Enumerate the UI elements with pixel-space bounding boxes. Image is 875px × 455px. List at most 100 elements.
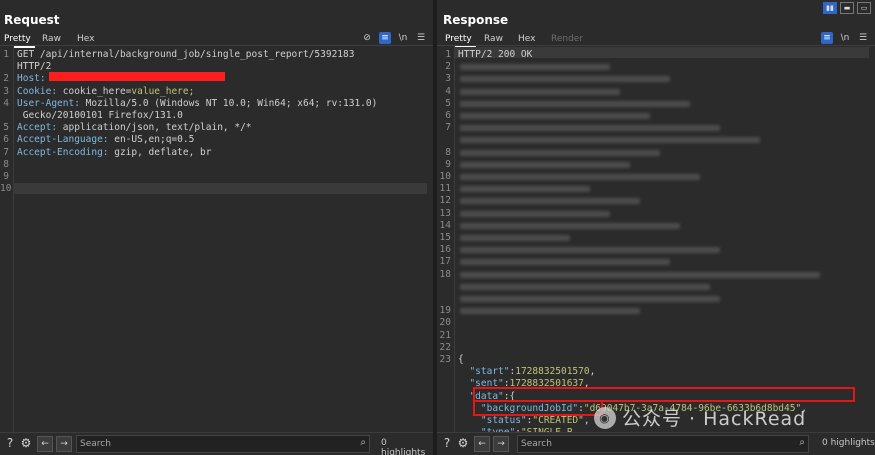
code-key: Host: [17, 73, 46, 85]
tab-response-hex[interactable]: Hex [514, 32, 539, 46]
code-text: { [458, 354, 464, 365]
blurred-header [460, 198, 640, 205]
current-line-highlight [14, 183, 427, 194]
code-text: , [583, 415, 590, 426]
line-number: 10 [0, 183, 12, 195]
tab-response-raw[interactable]: Raw [480, 32, 507, 46]
forward-arrow-icon[interactable]: → [493, 436, 509, 452]
request-editor[interactable]: 1 GET /api/internal/background_job/single… [0, 46, 433, 433]
blurred-header [460, 125, 720, 132]
line-number: 2 [3, 73, 9, 85]
layout-stacked-icon[interactable]: ▬ [840, 2, 854, 14]
request-search[interactable]: ⌕ [76, 435, 370, 453]
response-tabs: Pretty Raw Hex Render [437, 32, 875, 48]
wrap-lines-icon[interactable]: ≡ [379, 32, 391, 44]
line-number: 6 [3, 134, 9, 146]
line-number: 7 [3, 146, 9, 158]
code-line: HTTP/2 [17, 61, 51, 72]
code-text: gzip, deflate, br [114, 146, 212, 158]
line-number: 8 [3, 158, 9, 170]
line-number: 5 [445, 97, 451, 109]
line-number: 15 [439, 232, 451, 243]
line-number: 3 [445, 73, 451, 85]
blurred-header [460, 271, 820, 278]
forward-arrow-icon[interactable]: → [56, 436, 72, 452]
response-editor[interactable]: 1 2 3 4 5 6 7 8 9 10 11 12 13 14 15 16 17 18 19 20 21 22 23 HTT… [437, 46, 875, 450]
layout-single-icon[interactable]: ▭ [857, 2, 871, 14]
menu-icon[interactable]: ☰ [415, 32, 427, 44]
request-pane: Request Pretty Raw Hex ⊘ ≡ \n ☰ 1 GET /ap… [0, 0, 433, 455]
response-search[interactable]: ⌕ [517, 435, 809, 453]
code-value: value_here; [131, 85, 195, 97]
line-number: 18 [439, 268, 451, 280]
line-number: 9 [445, 158, 451, 170]
code-line: GET /api/internal/background_job/single_… [17, 49, 354, 60]
code-text: HTTP/2 [17, 61, 52, 73]
newline-toggle-icon[interactable]: \n [839, 32, 851, 44]
status-line: HTTP/2 200 OK [458, 49, 533, 60]
line-number: 21 [439, 329, 451, 341]
request-search-input[interactable] [80, 436, 350, 452]
code-line: Cookie: cookie_here=value_here; [17, 86, 194, 97]
line-number: 3 [3, 85, 9, 97]
blurred-header [460, 210, 610, 217]
hide-eye-icon[interactable]: ⊘ [361, 32, 373, 44]
back-arrow-icon[interactable]: ← [37, 436, 53, 452]
line-number: 19 [439, 305, 451, 317]
tab-request-raw[interactable]: Raw [38, 32, 65, 46]
layout-side-by-side-icon[interactable]: ▮▮ [823, 2, 837, 14]
code-line: Host: [17, 73, 46, 84]
blurred-header [460, 186, 590, 193]
response-footer: ? ⚙ ← → ⌕ 0 highlights [437, 432, 875, 455]
code-text: GET /api/internal/background_job/single_… [17, 49, 355, 60]
tab-response-render[interactable]: Render [547, 32, 587, 46]
request-toolbar: ⊘ ≡ \n ☰ [361, 31, 427, 45]
code-key: Accept-Encoding: [17, 146, 115, 158]
settings-gear-icon[interactable]: ⚙ [456, 436, 470, 450]
line-number: 1 [445, 49, 451, 60]
code-key: User-Agent: [17, 97, 86, 109]
code-key: "status" [458, 415, 527, 426]
code-text: cookie_here= [62, 85, 132, 97]
line-number: 20 [439, 317, 451, 329]
line-number: 14 [439, 219, 451, 231]
json-line: "start":1728832501570, [458, 366, 595, 377]
line-number: 1 [3, 49, 9, 60]
line-number: 17 [439, 256, 451, 268]
tab-request-hex[interactable]: Hex [73, 32, 98, 46]
blurred-header [460, 296, 720, 302]
line-number: 10 [439, 171, 451, 182]
json-line: { [458, 354, 464, 365]
blurred-header [460, 235, 570, 241]
line-number: 7 [445, 122, 451, 134]
newline-toggle-icon[interactable]: \n [397, 32, 409, 44]
request-highlights-count: 0 highlights [381, 438, 426, 455]
line-number: 22 [439, 341, 451, 353]
back-arrow-icon[interactable]: ← [474, 436, 490, 452]
blurred-header [460, 149, 660, 156]
code-key: Accept: [17, 122, 63, 134]
blurred-header [460, 174, 700, 180]
code-key: Accept-Language: [17, 134, 115, 146]
redacted-host [49, 72, 225, 81]
response-toolbar: ≡ \n ☰ [821, 31, 869, 45]
code-text: Gecko/20100101 Firefox/131.0 [17, 110, 183, 121]
code-text: en-US,en;q=0.5 [114, 134, 195, 146]
settings-gear-icon[interactable]: ⚙ [19, 436, 33, 450]
response-search-input[interactable] [521, 436, 789, 452]
layout-buttons: ▮▮ ▬ ▭ [823, 2, 871, 14]
blurred-header [460, 76, 670, 83]
blurred-header [460, 283, 710, 290]
json-line: "status":"CREATED", [458, 415, 590, 426]
blurred-header [460, 161, 630, 168]
blurred-header [460, 222, 680, 229]
line-number: 5 [3, 122, 9, 134]
help-icon[interactable]: ? [440, 436, 454, 450]
response-title: Response [443, 13, 509, 27]
highlight-box-status [473, 400, 603, 416]
search-icon: ⌕ [360, 437, 366, 448]
menu-icon[interactable]: ☰ [857, 32, 869, 44]
line-number: 11 [439, 183, 451, 195]
wrap-lines-icon[interactable]: ≡ [821, 32, 833, 44]
help-icon[interactable]: ? [3, 436, 17, 450]
